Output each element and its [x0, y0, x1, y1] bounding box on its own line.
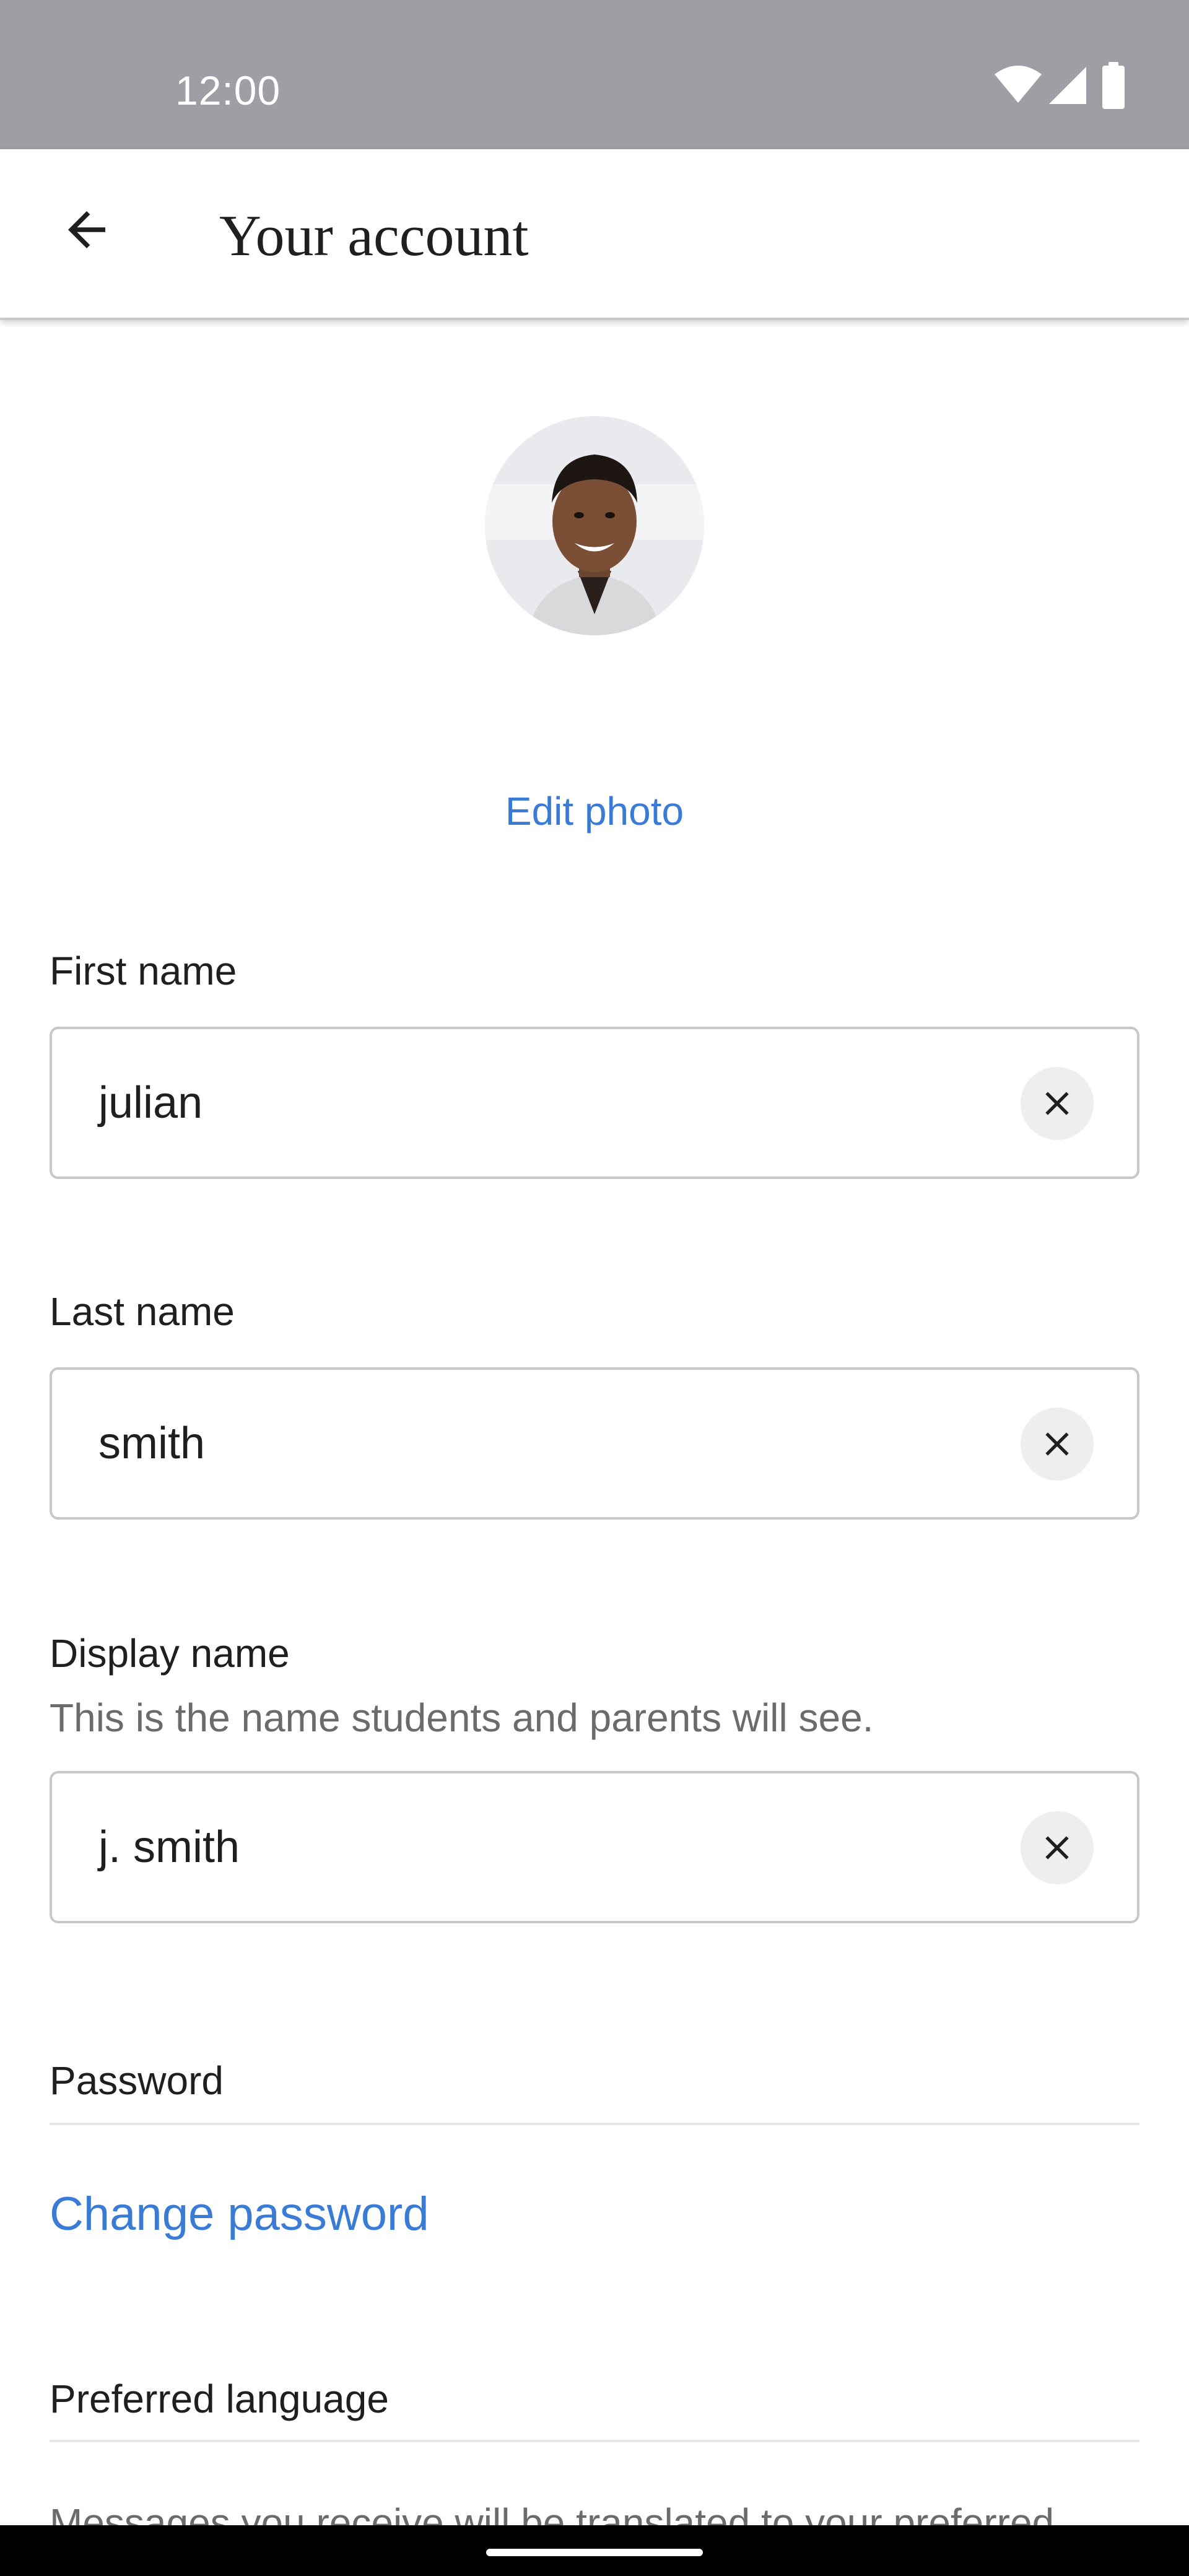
last-name-label: Last name: [50, 1289, 235, 1334]
language-divider: [50, 2440, 1139, 2442]
display-name-value: j. smith: [98, 1822, 240, 1872]
status-icons: [993, 62, 1136, 114]
first-name-value: julian: [98, 1078, 203, 1128]
display-name-label: Display name: [50, 1631, 290, 1676]
display-name-clear-button[interactable]: [1021, 1811, 1094, 1884]
last-name-clear-button[interactable]: [1021, 1408, 1094, 1481]
display-name-help: This is the name students and parents wi…: [50, 1695, 874, 1740]
last-name-field[interactable]: smith: [50, 1367, 1139, 1520]
home-gesture-handle[interactable]: [486, 2549, 703, 2556]
close-icon: [1045, 1836, 1069, 1860]
last-name-value: smith: [98, 1419, 206, 1468]
avatar[interactable]: [485, 416, 704, 635]
wifi-icon: [995, 66, 1042, 103]
password-heading: Password: [50, 2058, 224, 2103]
arrow-left-icon: [68, 211, 105, 248]
battery-icon: [1102, 62, 1125, 109]
close-icon: [1045, 1092, 1069, 1115]
change-password-link[interactable]: Change password: [50, 2185, 429, 2244]
back-button[interactable]: [50, 193, 124, 267]
profile-photo: [485, 416, 704, 635]
first-name-field[interactable]: julian: [50, 1027, 1139, 1179]
status-time: 12:00: [175, 67, 281, 113]
password-divider: [50, 2123, 1139, 2125]
edit-photo-link[interactable]: Edit photo: [0, 786, 1189, 836]
display-name-field[interactable]: j. smith: [50, 1771, 1139, 1923]
first-name-label: First name: [50, 949, 237, 993]
app-bar: Your account: [0, 149, 1189, 320]
system-navigation-bar: [0, 2525, 1189, 2576]
status-bar: 12:00: [0, 0, 1189, 149]
first-name-clear-button[interactable]: [1021, 1067, 1094, 1140]
close-icon: [1045, 1432, 1069, 1456]
preferred-language-heading: Preferred language: [50, 2377, 389, 2421]
cellular-signal-icon: [1049, 67, 1086, 104]
page-title: Your account: [219, 204, 529, 268]
